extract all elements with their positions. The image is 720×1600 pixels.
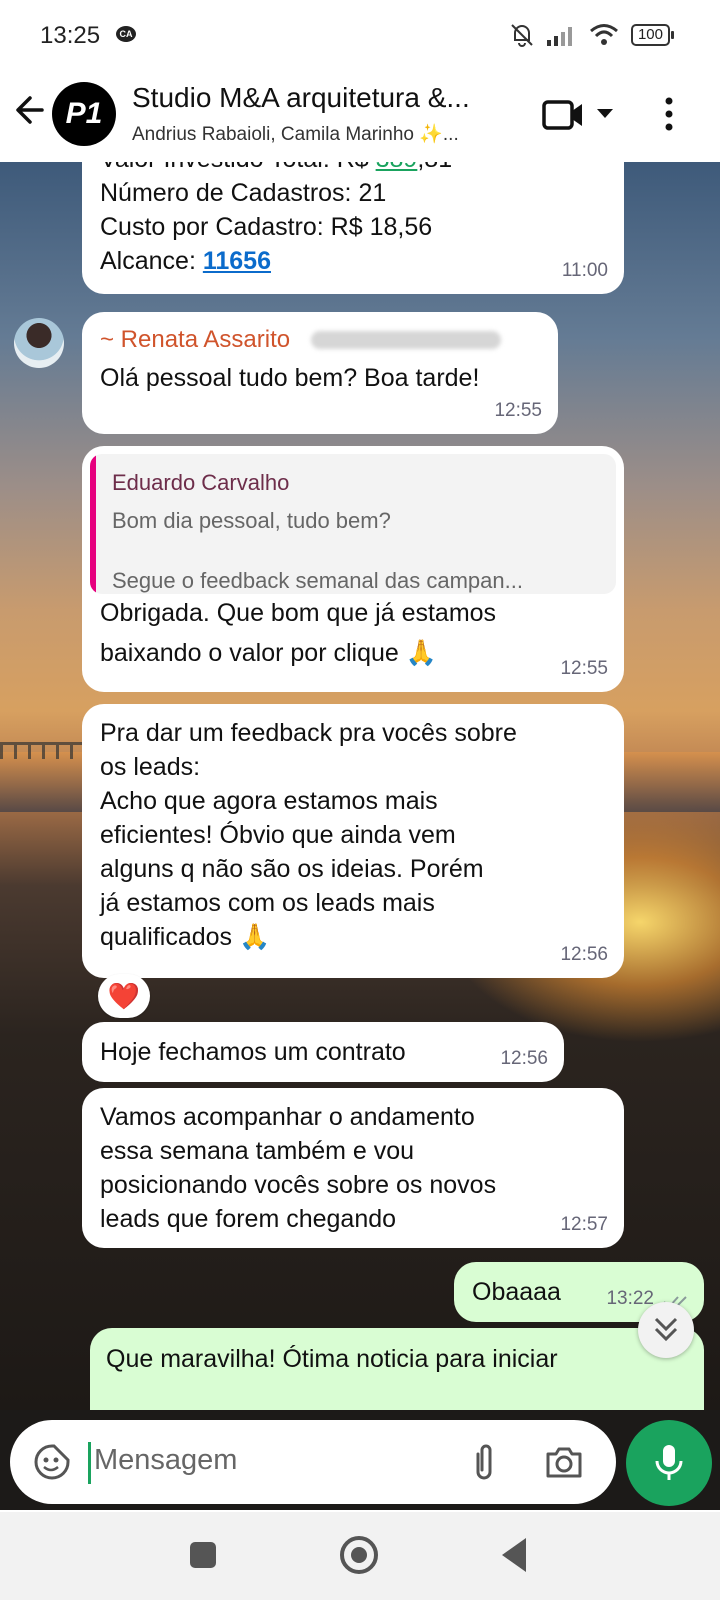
message-line: eficientes! Óbvio que ainda vem <box>100 821 456 849</box>
status-bar: 13:25 CA 100 <box>0 0 720 70</box>
wifi-icon <box>590 24 618 45</box>
status-time: 13:25 <box>40 22 101 49</box>
message-bubble[interactable]: ~ Renata Assarito Olá pessoal tudo bem? … <box>82 312 558 434</box>
message-text: Que maravilha! Ótima noticia para inicia… <box>106 1345 558 1373</box>
number-link[interactable]: 11656 <box>203 247 271 275</box>
message-bubble[interactable]: Eduardo Carvalho Bom dia pessoal, tudo b… <box>82 446 624 692</box>
quote-author: Eduardo Carvalho <box>112 470 290 495</box>
group-avatar[interactable]: P1 <box>52 82 116 146</box>
system-navigation-bar <box>0 1512 720 1600</box>
message-time: 12:55 <box>494 400 542 421</box>
message-line: os leads: <box>100 753 201 781</box>
chat-messages[interactable]: Valor Investido Total: R$ 389,81 Número … <box>0 162 720 1410</box>
double-chevron-down-icon <box>654 1317 678 1342</box>
message-line: essa semana também e vou <box>100 1137 415 1165</box>
message-line: qualificados 🙏 <box>100 923 271 951</box>
message-time: 12:55 <box>560 658 608 679</box>
video-call-icon[interactable] <box>542 98 586 132</box>
sticker-emoji-icon[interactable] <box>32 1442 72 1482</box>
mute-bell-icon <box>511 24 533 47</box>
message-compose-bar: Mensagem <box>0 1410 720 1510</box>
message-time: 12:56 <box>560 944 608 965</box>
outgoing-message-bubble[interactable]: Que maravilha! Ótima noticia para inicia… <box>90 1328 704 1410</box>
message-bubble[interactable]: Pra dar um feedback pra vocês sobre os l… <box>82 704 624 978</box>
notification-icon: CA <box>116 26 136 42</box>
message-bubble[interactable]: Hoje fechamos um contrato 12:56 <box>82 1022 564 1082</box>
sender-phone-redacted <box>311 331 502 350</box>
chevron-down-icon[interactable] <box>596 108 614 120</box>
message-line: Acho que agora estamos mais <box>100 787 438 815</box>
chat-header: P1 Studio M&A arquitetura &... Andrius R… <box>0 70 720 162</box>
paperclip-icon[interactable] <box>470 1442 498 1482</box>
quoted-message[interactable]: Eduardo Carvalho Bom dia pessoal, tudo b… <box>90 454 616 594</box>
back-arrow-icon[interactable] <box>12 92 48 128</box>
camera-icon[interactable] <box>544 1444 584 1480</box>
message-line: posicionando vocês sobre os novos <box>100 1171 497 1199</box>
message-input-container[interactable]: Mensagem <box>10 1420 616 1504</box>
wallpaper-pier <box>0 742 90 759</box>
message-time: 12:57 <box>560 1214 608 1235</box>
message-text: Olá pessoal tudo bem? Boa tarde! <box>100 364 480 392</box>
message-line: alguns q não são os ideias. Porém <box>100 855 484 883</box>
message-line: leads que forem chegando <box>100 1205 397 1233</box>
chat-participants[interactable]: Andrius Rabaioli, Camila Marinho ✨... <box>132 122 522 146</box>
scroll-to-bottom-button[interactable] <box>638 1302 694 1358</box>
recent-apps-button[interactable] <box>190 1542 216 1568</box>
quote-bar <box>90 454 96 594</box>
voice-record-button[interactable] <box>626 1420 712 1506</box>
heart-reaction[interactable]: ❤️ <box>98 974 150 1018</box>
more-options-icon[interactable] <box>664 96 674 132</box>
message-line: Obrigada. Que bom que já estamos <box>100 599 497 627</box>
text-cursor <box>88 1442 91 1484</box>
message-bubble[interactable]: Vamos acompanhar o andamento essa semana… <box>82 1088 624 1248</box>
home-button[interactable] <box>340 1536 378 1574</box>
chat-title[interactable]: Studio M&A arquitetura &... <box>132 82 522 114</box>
microphone-icon <box>655 1445 683 1480</box>
message-line: Custo por Cadastro: R$ 18,56 <box>100 213 433 241</box>
quote-text: Bom dia pessoal, tudo bem? <box>112 508 391 533</box>
message-time: 12:56 <box>500 1048 548 1069</box>
signal-icon <box>546 27 572 46</box>
message-line: Vamos acompanhar o andamento <box>100 1103 475 1131</box>
message-time: 11:00 <box>561 260 608 281</box>
battery-icon: 100 <box>630 24 675 46</box>
message-line: Pra dar um feedback pra vocês sobre <box>100 719 517 747</box>
message-line: já estamos com os leads mais <box>100 889 435 917</box>
quote-text: Segue o feedback semanal das campan... <box>112 568 523 593</box>
message-line: Alcance: 11656 <box>100 247 271 275</box>
message-line: baixando o valor por clique 🙏 <box>100 639 437 667</box>
message-input[interactable]: Mensagem <box>94 1444 237 1477</box>
message-line: Valor Investido Total: R$ 389,81 <box>100 162 606 176</box>
system-back-button[interactable] <box>502 1538 526 1572</box>
status-icons: 100 <box>509 22 675 48</box>
sender-name[interactable]: ~ Renata Assarito <box>100 326 290 353</box>
message-line: Número de Cadastros: 21 <box>100 179 387 207</box>
sender-avatar[interactable] <box>14 318 64 368</box>
phone-link[interactable]: 389 <box>376 162 418 173</box>
message-bubble[interactable]: Valor Investido Total: R$ 389,81 Número … <box>82 162 624 294</box>
message-text: Hoje fechamos um contrato <box>100 1038 406 1066</box>
